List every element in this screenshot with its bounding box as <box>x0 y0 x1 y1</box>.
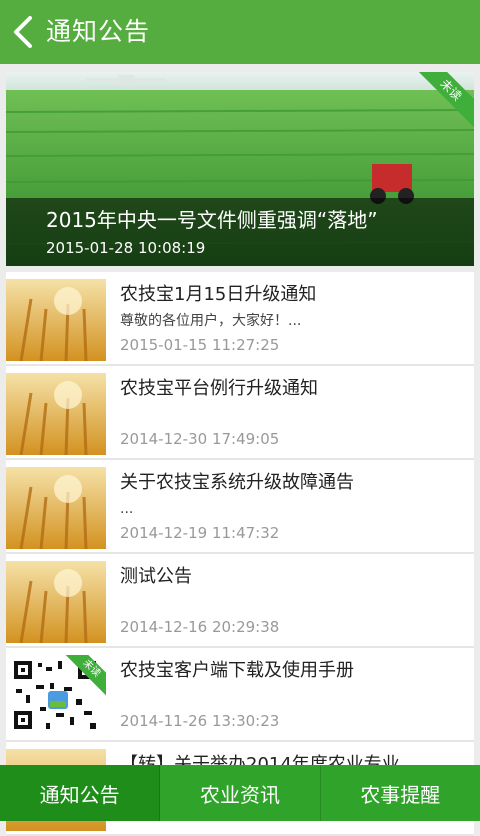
featured-caption: 2015年中央一号文件侧重强调“落地” 2015-01-28 10:08:19 <box>6 198 474 266</box>
notice-title: 关于农技宝系统升级故障通告 <box>120 472 354 493</box>
qr-code-thumbnail: 未读 <box>6 655 106 737</box>
notice-time: 2015-01-15 11:27:25 <box>120 336 280 354</box>
notice-title: 农技宝客户端下载及使用手册 <box>120 660 354 681</box>
notice-time: 2014-12-19 11:47:32 <box>120 524 280 542</box>
notice-title: 农技宝1月15日升级通知 <box>120 284 317 305</box>
back-arrow-icon[interactable] <box>10 14 36 50</box>
wheat-thumbnail <box>6 561 106 643</box>
wheat-thumbnail <box>6 373 106 455</box>
notice-item[interactable]: 未读 农技宝客户端下载及使用手册 2014-11-26 13:30:23 <box>6 648 474 742</box>
tab-agri-news[interactable]: 农业资讯 <box>160 765 321 821</box>
wheat-thumbnail <box>6 279 106 361</box>
bottom-tab-bar: 通知公告 农业资讯 农事提醒 <box>0 765 480 821</box>
page-title: 通知公告 <box>46 17 151 46</box>
featured-notice-card[interactable]: 2015年中央一号文件侧重强调“落地” 2015-01-28 10:08:19 … <box>6 72 474 266</box>
notice-time: 2014-11-26 13:30:23 <box>120 712 280 730</box>
notice-title: 测试公告 <box>120 566 192 587</box>
top-bar: 通知公告 <box>0 0 480 64</box>
tab-farm-reminders[interactable]: 农事提醒 <box>321 765 480 821</box>
notice-list: 农技宝1月15日升级通知 尊敬的各位用户，大家好！... 2015-01-15 … <box>6 272 474 836</box>
featured-time: 2015-01-28 10:08:19 <box>46 239 206 257</box>
notice-item[interactable]: 关于农技宝系统升级故障通告 ... 2014-12-19 11:47:32 <box>6 460 474 554</box>
wheat-thumbnail <box>6 467 106 549</box>
notice-item[interactable]: 测试公告 2014-12-16 20:29:38 <box>6 554 474 648</box>
featured-title: 2015年中央一号文件侧重强调“落地” <box>46 208 378 232</box>
tab-notices[interactable]: 通知公告 <box>0 765 161 821</box>
notice-item[interactable]: 农技宝1月15日升级通知 尊敬的各位用户，大家好！... 2015-01-15 … <box>6 272 474 366</box>
notice-item[interactable]: 农技宝平台例行升级通知 2014-12-30 17:49:05 <box>6 366 474 460</box>
notice-summary: 尊敬的各位用户，大家好！... <box>120 313 302 329</box>
notice-summary: ... <box>120 501 134 517</box>
notice-time: 2014-12-30 17:49:05 <box>120 430 280 448</box>
notice-time: 2014-12-16 20:29:38 <box>120 618 280 636</box>
notice-title: 农技宝平台例行升级通知 <box>120 378 318 399</box>
